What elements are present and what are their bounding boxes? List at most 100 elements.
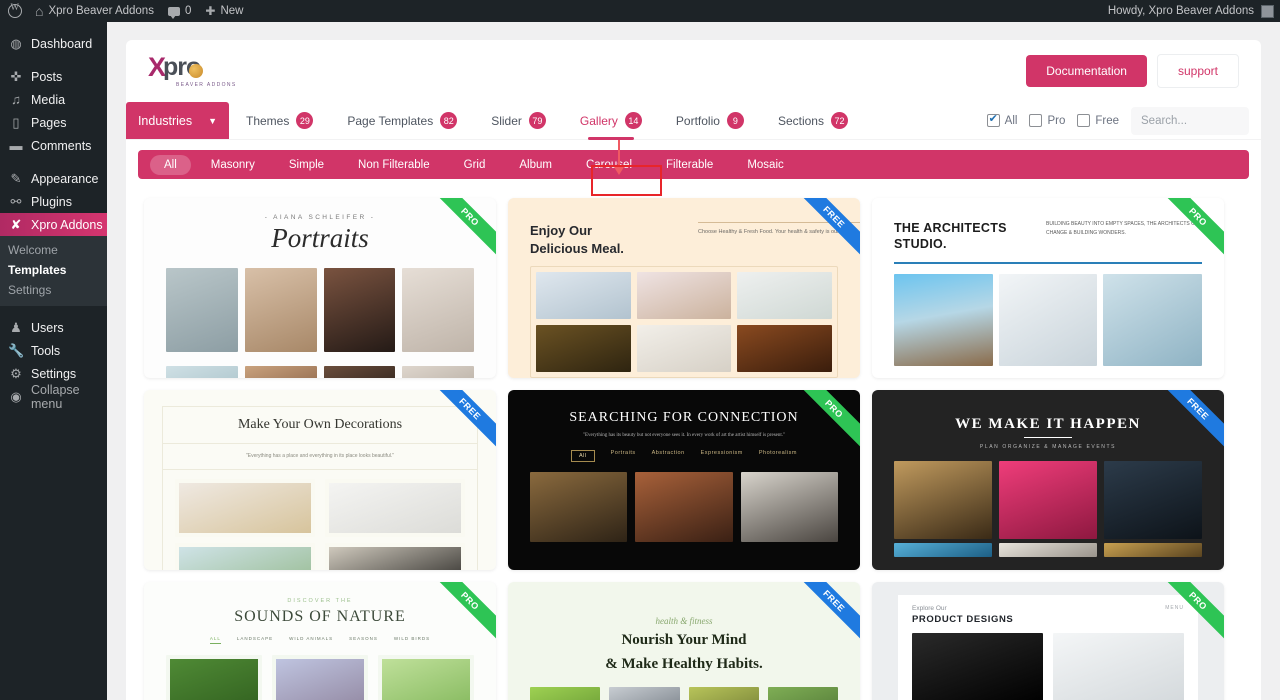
panel-header: X pro BEAVER ADDONS Documentation suppor…: [126, 40, 1261, 102]
thumb-image: [636, 272, 732, 320]
thumb-title-line2: STUDIO.: [894, 237, 947, 252]
thumb-eyebrow: health & fitness: [655, 616, 713, 626]
template-card-make-your-own-decorations[interactable]: FREE Make Your Own Decorations "Everythi…: [144, 390, 496, 570]
filter-chip-simple[interactable]: Simple: [275, 155, 338, 175]
sidebar-item-posts[interactable]: ✜ Posts: [0, 65, 107, 88]
filter-checkbox-all[interactable]: All: [986, 112, 1017, 127]
thumb-title-line1: Enjoy Our: [530, 223, 593, 238]
sidebar-item-appearance[interactable]: ✎ Appearance: [0, 167, 107, 190]
thumb-filter-tab-portraits: Portraits: [610, 450, 636, 456]
settings-icon: ⚙: [10, 365, 22, 381]
template-card-sounds-of-nature[interactable]: PRO DISCOVER THE SOUNDS OF NATURE ALL LA…: [144, 582, 496, 700]
filter-chip-masonry[interactable]: Masonry: [197, 155, 269, 175]
sidebar-item-tools[interactable]: 🔧 Tools: [0, 339, 107, 362]
xpro-logo-dot-icon: [189, 64, 204, 78]
template-thumbnail: SEARCHING FOR CONNECTION "Everything has…: [508, 390, 860, 570]
thumb-header: THE ARCHITECTS STUDIO. BUILDING BEAUTY I…: [894, 214, 1202, 253]
sidebar-item-label: Pages: [31, 115, 67, 130]
documentation-button[interactable]: Documentation: [1026, 55, 1147, 87]
collapse-icon: ◉: [10, 388, 22, 404]
sidebar-item-label: Xpro Addons: [31, 217, 103, 232]
thumb-image-row: [166, 655, 474, 700]
plug-icon: ⚯: [10, 193, 22, 209]
filter-chip-filterable[interactable]: Filterable: [652, 155, 727, 175]
thumb-image: [272, 655, 368, 700]
thumb-image: [737, 272, 833, 320]
tab-gallery[interactable]: Gallery 14: [563, 102, 659, 139]
xpro-submenu: Welcome Templates Settings: [0, 236, 107, 306]
tab-page-templates[interactable]: Page Templates 82: [330, 102, 474, 139]
tab-sections[interactable]: Sections 72: [761, 102, 865, 139]
templates-panel: X pro BEAVER ADDONS Documentation suppor…: [126, 40, 1261, 700]
thumb-image-row: [894, 543, 1202, 557]
new-content-button[interactable]: New: [198, 0, 250, 22]
template-card-we-make-it-happen[interactable]: FREE WE MAKE IT HAPPEN PLAN ORGANIZE & M…: [872, 390, 1224, 570]
sidebar-item-label: Settings: [31, 366, 77, 381]
thumb-rule: [894, 261, 1202, 264]
template-card-searching-for-connection[interactable]: PRO SEARCHING FOR CONNECTION "Everything…: [508, 390, 860, 570]
page-icon: ▯: [12, 114, 20, 130]
sidebar-item-dashboard[interactable]: ◍ Dashboard: [0, 32, 107, 55]
template-card-delicious-meal[interactable]: FREE Enjoy Our Delicious Meal. Choose He…: [508, 198, 860, 378]
industries-dropdown[interactable]: Industries ▼: [126, 102, 229, 139]
thumb-title: WE MAKE IT HAPPEN: [955, 416, 1141, 432]
tab-themes[interactable]: Themes 29: [229, 102, 330, 139]
sidebar-item-xpro-addons[interactable]: ✘ Xpro Addons: [0, 213, 115, 236]
sidebar-item-collapse-menu[interactable]: ◉ Collapse menu: [0, 383, 107, 411]
comments-button[interactable]: 0: [161, 0, 198, 22]
thumb-image: [536, 272, 631, 320]
xpro-logo-subtitle: BEAVER ADDONS: [176, 81, 237, 88]
filter-chip-all[interactable]: All: [150, 154, 191, 175]
filter-chip-mosaic[interactable]: Mosaic: [733, 155, 797, 175]
site-name-button[interactable]: Xpro Beaver Addons: [28, 0, 161, 22]
template-card-portraits[interactable]: PRO - AIANA SCHLEIFER - Portraits: [144, 198, 496, 378]
sidebar-item-plugins[interactable]: ⚯ Plugins: [0, 190, 107, 213]
thumb-image-row: [912, 633, 1184, 700]
tab-portfolio[interactable]: Portfolio 9: [659, 102, 761, 139]
filter-chip-album[interactable]: Album: [505, 155, 566, 175]
users-icon: ♟: [10, 319, 22, 335]
filter-checkbox-pro[interactable]: Pro: [1029, 114, 1065, 127]
sidebar-item-media[interactable]: ♫ Media: [0, 88, 107, 111]
comment-bubble-icon: [167, 6, 180, 19]
template-thumbnail: THE ARCHITECTS STUDIO. BUILDING BEAUTY I…: [872, 198, 1224, 378]
account-menu[interactable]: Howdy, Xpro Beaver Addons: [1108, 4, 1280, 18]
thumb-filter-tab-seasons: SEASONS: [349, 636, 378, 641]
checkbox-icon[interactable]: [1077, 114, 1091, 127]
sidebar-item-templates[interactable]: Templates: [0, 260, 107, 280]
thumb-image: [323, 366, 396, 378]
sidebar-item-welcome[interactable]: Welcome: [0, 240, 107, 260]
annotation-highlight-box: [591, 165, 662, 196]
sidebar-item-pages[interactable]: ▯ Pages: [0, 111, 107, 134]
tab-badge: 79: [528, 112, 546, 129]
thumb-title-line2: & Make Healthy Habits.: [605, 656, 763, 673]
filter-chip-non-filterable[interactable]: Non Filterable: [344, 155, 444, 175]
wordpress-logo-button[interactable]: [0, 0, 28, 22]
template-thumbnail: Make Your Own Decorations "Everything ha…: [144, 390, 496, 570]
checkbox-icon[interactable]: [986, 112, 1000, 127]
tab-slider[interactable]: Slider 79: [474, 102, 563, 139]
sidebar-item-xpro-settings[interactable]: Settings: [0, 280, 107, 300]
filter-chip-grid[interactable]: Grid: [450, 155, 500, 175]
template-card-architects-studio[interactable]: PRO THE ARCHITECTS STUDIO. BUILDING BEAU…: [872, 198, 1224, 378]
thumb-image: [325, 543, 465, 570]
submenu-item-label: Settings: [8, 283, 52, 297]
template-card-nourish-your-mind[interactable]: FREE health & fitness Nourish Your Mind …: [508, 582, 860, 700]
sidebar-item-comments[interactable]: ▬ Comments: [0, 134, 107, 157]
checkbox-icon[interactable]: [1029, 114, 1043, 127]
search-input[interactable]: Search...: [1131, 106, 1249, 135]
thumb-image: [894, 273, 993, 366]
support-button[interactable]: support: [1156, 54, 1239, 88]
pin-icon: ✜: [10, 68, 22, 84]
thumb-image-row: [536, 325, 833, 373]
filter-checkbox-free[interactable]: Free: [1077, 114, 1119, 127]
sidebar-item-users[interactable]: ♟ Users: [0, 316, 107, 339]
thumb-image: [530, 686, 601, 700]
thumb-image: [378, 655, 474, 700]
thumb-eyebrow: - AIANA SCHLEIFER -: [264, 214, 376, 221]
sidebar-item-label: Media: [31, 92, 66, 107]
brush-icon: ✎: [10, 170, 22, 186]
thumb-image: [636, 325, 732, 373]
category-filter-bar: All Masonry Simple Non Filterable Grid A…: [138, 150, 1249, 179]
template-card-product-designs[interactable]: PRO Explore Our PRODUCT DESIGNS MENU: [872, 582, 1224, 700]
